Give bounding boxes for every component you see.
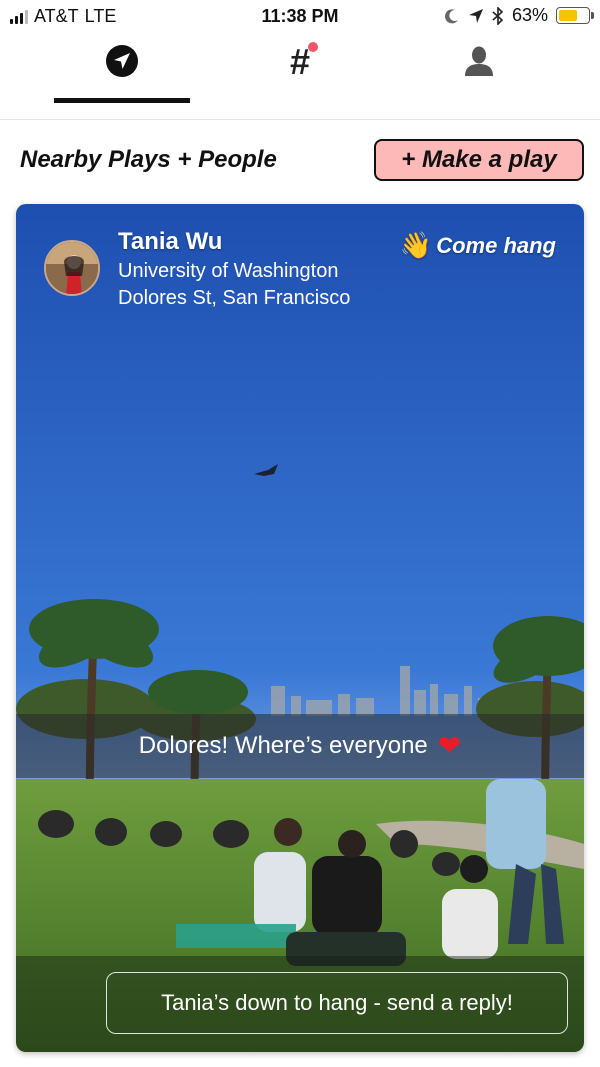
caption-band: Dolores! Where’s everyone ❤ <box>16 714 584 778</box>
location-icon <box>468 8 483 23</box>
vibe-tag: 👋 Come hang <box>400 230 556 261</box>
status-right-group: 63% <box>444 5 594 26</box>
avatar[interactable] <box>44 240 100 296</box>
park-photo <box>16 204 584 1052</box>
active-tab-indicator <box>54 98 190 103</box>
bluetooth-icon <box>492 6 504 25</box>
tab-bar: # <box>0 34 600 120</box>
play-location: Dolores St, San Francisco <box>118 287 351 309</box>
tab-nearby[interactable] <box>54 34 190 120</box>
user-name[interactable]: Tania Wu <box>118 228 222 256</box>
waving-hand-icon: 👋 <box>399 230 433 260</box>
play-card[interactable]: Tania Wu University of Washington Dolore… <box>16 204 584 1052</box>
battery-icon <box>556 7 594 24</box>
heart-icon: ❤ <box>437 730 462 761</box>
user-school: University of Washington <box>118 260 339 282</box>
location-arrow-icon <box>106 45 138 77</box>
reply-button[interactable]: Tania’s down to hang - send a reply! <box>106 972 568 1034</box>
vibe-label: Come hang <box>436 232 556 258</box>
tab-hashtags[interactable]: # <box>232 34 368 120</box>
battery-percent: 63% <box>511 5 548 25</box>
hashtag-icon: # <box>290 42 319 80</box>
profile-icon <box>465 46 493 76</box>
notification-dot <box>308 42 319 52</box>
battery-fill <box>559 10 577 21</box>
make-play-button[interactable]: + Make a play <box>374 139 584 181</box>
caption-text: Dolores! Where’s everyone <box>138 732 428 759</box>
status-bar: AT&T LTE 11:38 PM 63% <box>0 0 600 34</box>
page-title: Nearby Plays + People <box>20 146 277 173</box>
tab-profile[interactable] <box>411 34 547 120</box>
moon-icon <box>445 8 458 23</box>
